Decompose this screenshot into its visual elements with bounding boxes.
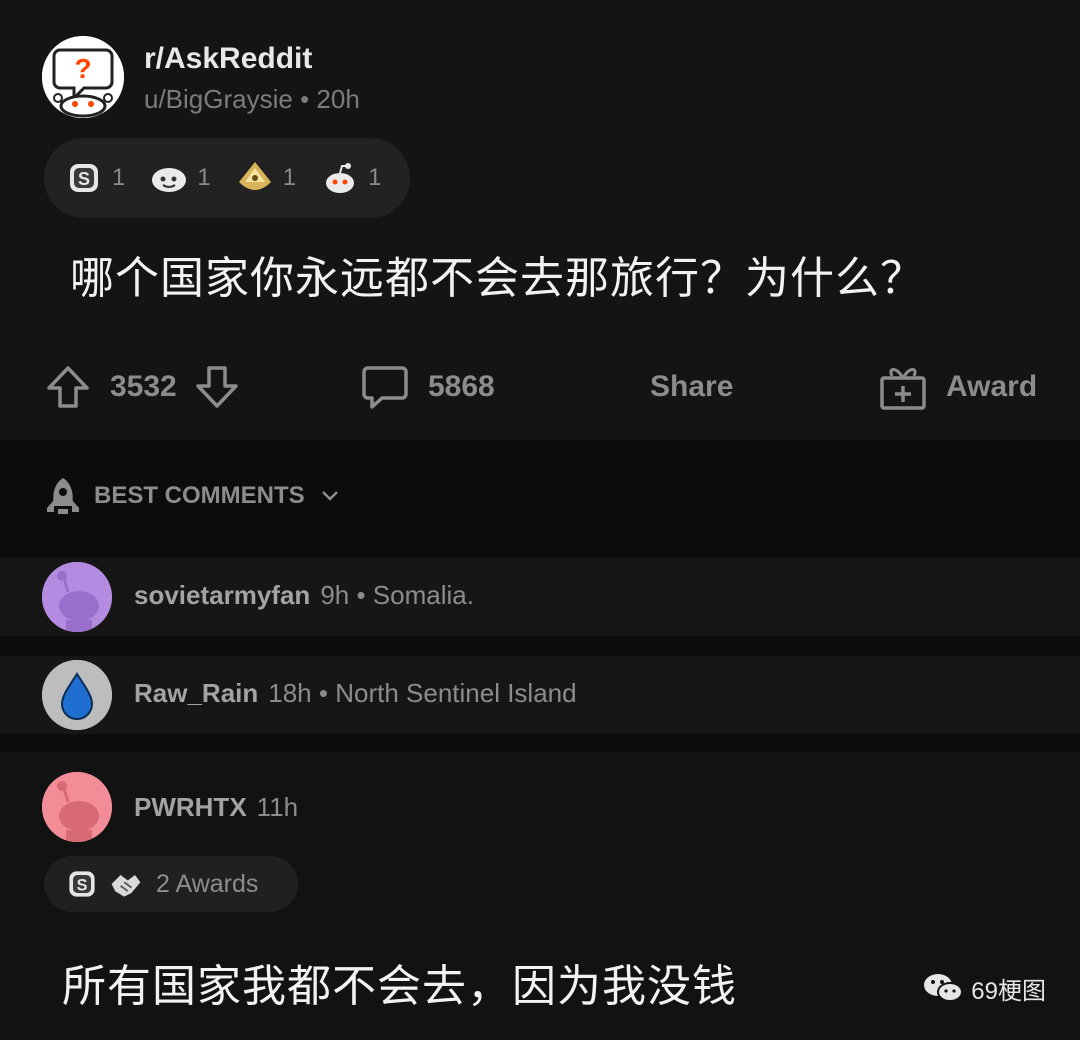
upvote-icon[interactable] — [44, 363, 92, 411]
post-card: ? r/AskReddit u/BigGraysie • 20h S 1 1 1… — [0, 0, 1080, 440]
post-age: 20h — [316, 84, 360, 114]
award-count: 1 — [368, 164, 382, 191]
svg-text:S: S — [77, 876, 88, 894]
post-author[interactable]: u/BigGraysie — [144, 84, 293, 114]
chevron-down-icon — [321, 491, 338, 501]
post-action-bar: 3532 5868 Share Award — [0, 352, 1080, 422]
comment-text: 所有国家我都不会去，因为我没钱 — [62, 962, 737, 1011]
comment-awards[interactable]: S 2 Awards — [44, 856, 298, 912]
comment-row[interactable]: sovietarmyfan 9h • Somalia. — [0, 558, 1080, 636]
comment-age: 18h — [268, 678, 312, 708]
snoo-avatar-icon — [42, 772, 112, 842]
comment-content: sovietarmyfan 9h • Somalia. — [134, 580, 474, 611]
comment-count: 5868 — [428, 370, 495, 403]
award-wholesome: 1 — [149, 158, 211, 198]
rocket-icon — [47, 478, 79, 514]
comment-username[interactable]: sovietarmyfan — [134, 580, 310, 610]
award-helpful: 1 — [235, 158, 296, 198]
award-snoo: 1 — [320, 158, 381, 198]
award-count: 1 — [112, 164, 126, 191]
sort-dropdown[interactable]: BEST COMMENTS — [44, 476, 339, 516]
award-count: 1 — [197, 164, 211, 191]
watermark-text: 69梗图 — [971, 977, 1046, 1005]
comment-row[interactable]: Raw_Rain 18h • North Sentinel Island — [0, 656, 1080, 734]
vote-count: 3532 — [110, 370, 177, 403]
award-label: Award — [946, 370, 1038, 403]
share-label: Share — [650, 370, 734, 403]
comment-content: Raw_Rain 18h • North Sentinel Island — [134, 678, 577, 709]
award-silver: S 1 — [64, 158, 125, 198]
snoo-avatar-icon — [42, 562, 112, 632]
svg-text:S: S — [78, 169, 90, 189]
wechat-icon — [924, 974, 964, 1002]
askreddit-icon: ? — [42, 36, 124, 118]
awards-count-label: 2 Awards — [156, 869, 259, 898]
post-awards[interactable]: S 1 1 1 1 — [44, 138, 410, 218]
comment-age: 11h — [256, 792, 299, 822]
handshake-award-icon — [111, 875, 141, 897]
vote-controls: 3532 — [44, 352, 241, 422]
post-meta: u/BigGraysie • 20h — [144, 84, 360, 115]
award-count: 1 — [282, 164, 297, 191]
subreddit-name[interactable]: r/AskReddit — [144, 42, 312, 76]
water-drop-icon — [42, 660, 112, 730]
helpful-award-icon — [238, 162, 271, 190]
meta-separator: • — [311, 678, 336, 708]
comment-content: PWRHTX 11h — [134, 792, 298, 823]
watermark: 69梗图 — [921, 970, 1046, 1006]
gift-icon — [880, 368, 926, 410]
comment-username[interactable]: PWRHTX — [134, 792, 247, 822]
meta-separator: • — [292, 84, 317, 114]
user-avatar[interactable] — [42, 772, 112, 842]
silver-award-icon: S — [69, 871, 95, 897]
svg-text:?: ? — [74, 53, 91, 84]
wholesome-award-icon — [152, 168, 187, 192]
share-button[interactable]: Share — [650, 352, 733, 422]
snoo-award-icon — [326, 163, 355, 193]
sort-label: BEST COMMENTS — [94, 482, 305, 509]
subreddit-avatar[interactable]: ? — [42, 36, 124, 118]
award-button[interactable]: Award — [878, 352, 1037, 422]
comment-row[interactable]: PWRHTX 11h S 2 Awards 所有国家我都不会去，因为我没钱 69梗… — [0, 752, 1080, 1040]
comment-text: North Sentinel Island — [335, 678, 577, 708]
user-avatar[interactable] — [42, 660, 112, 730]
comments-button[interactable]: 5868 — [360, 352, 495, 422]
comment-age: 9h — [320, 580, 350, 610]
comment-username[interactable]: Raw_Rain — [134, 678, 258, 708]
comment-bubble-icon — [362, 366, 408, 409]
meta-separator: • — [349, 580, 373, 610]
comment-text: Somalia. — [372, 580, 474, 610]
downvote-icon[interactable] — [193, 363, 241, 411]
silver-award-icon: S — [70, 164, 98, 192]
user-avatar[interactable] — [42, 562, 112, 632]
post-title: 哪个国家你永远都不会去那旅行？为什么？ — [70, 254, 925, 303]
comment-sort-bar: BEST COMMENTS — [0, 440, 1080, 552]
